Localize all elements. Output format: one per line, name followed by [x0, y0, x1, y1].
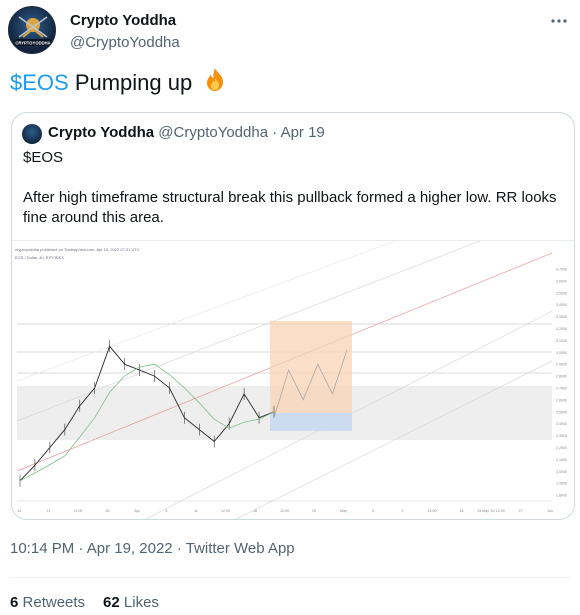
quoted-line-1: $EOS	[23, 149, 64, 166]
y-tick-label: 2.7000	[556, 386, 567, 390]
author-avatar[interactable]: CRYPTOYODDHA	[8, 6, 56, 54]
x-tick-label: 19 May '22 12:00	[477, 509, 504, 513]
retweets-label: Retweets	[22, 594, 86, 611]
quoted-line-2: After high timeframe structural break th…	[23, 189, 557, 226]
posted-time[interactable]: 10:14 PM	[10, 540, 74, 557]
y-tick-label: 2.0000	[556, 470, 567, 474]
divider	[10, 577, 570, 578]
y-tick-label: 2.2000	[556, 446, 567, 450]
target-zone	[270, 321, 352, 413]
quoted-tweet-header: Crypto Yoddha @CryptoYoddha · Apr 19	[48, 124, 325, 141]
y-tick-label: 3.7000	[556, 267, 567, 271]
y-tick-label: 1.9000	[556, 482, 567, 486]
x-tick-label: 12:00	[428, 509, 437, 513]
chart-header-line2: EOS / Dollar, 4h, BITFINEX	[15, 255, 64, 260]
quoted-author-avatar	[22, 124, 42, 144]
retweets-count: 6	[10, 594, 19, 611]
quoted-author-handle: @CryptoYoddha	[158, 124, 269, 141]
y-tick-label: 3.2000	[556, 327, 567, 331]
y-tick-label: 1.8000	[556, 494, 567, 498]
y-tick-label: 2.5000	[556, 410, 567, 414]
stop-zone	[270, 413, 352, 431]
price-chart: cryptoyoddha published on TradingView.co…	[15, 241, 574, 519]
avatar-text: CRYPTOYODDHA	[15, 41, 50, 46]
x-tick-label: 14	[17, 509, 21, 513]
cashtag-link[interactable]: $EOS	[10, 70, 69, 95]
x-tick-label: 28	[106, 509, 110, 513]
y-tick-label: 2.6000	[556, 398, 567, 402]
likes-label: Likes	[123, 594, 159, 611]
y-tick-label: 3.1000	[556, 339, 567, 343]
x-tick-label: 21	[47, 509, 51, 513]
y-tick-label: 3.0000	[556, 351, 567, 355]
x-tick-label: 11	[194, 509, 198, 513]
likes-stat[interactable]: 62 Likes	[103, 594, 159, 611]
x-tick-label: 3	[372, 509, 374, 513]
posted-date[interactable]: Apr 19, 2022	[87, 540, 173, 557]
author-display-name[interactable]: Crypto Yoddha	[70, 12, 176, 29]
retweets-stat[interactable]: 6 Retweets	[10, 594, 85, 611]
y-tick-label: 2.8000	[556, 375, 567, 379]
x-tick-label: 12:00	[74, 509, 83, 513]
author-handle[interactable]: @CryptoYoddha	[70, 34, 180, 51]
tweet-text: $EOS Pumping up	[10, 67, 228, 101]
y-tick-label: 3.5000	[556, 291, 567, 295]
y-tick-label: 2.1000	[556, 458, 567, 462]
more-horizontal-icon[interactable]	[548, 10, 570, 32]
posted-sep-1: ·	[74, 540, 87, 557]
x-tick-label: 9	[402, 509, 404, 513]
tweet-text-rest: Pumping up	[68, 69, 193, 95]
x-tick-label: 25	[312, 509, 316, 513]
y-tick-label: 3.6000	[556, 279, 567, 283]
posted-client[interactable]: Twitter Web App	[186, 540, 295, 557]
quoted-author-name: Crypto Yoddha	[48, 124, 155, 141]
x-tick-label: 16	[460, 509, 464, 513]
x-tick-label: 27	[519, 509, 523, 513]
x-tick-label: 5	[166, 509, 168, 513]
engagement-stats: 6 Retweets 62 Likes	[10, 594, 159, 611]
likes-count: 62	[103, 594, 120, 611]
y-tick-label: 2.4000	[556, 422, 567, 426]
avatar-logo: CRYPTOYODDHA	[15, 16, 51, 46]
quoted-tweet[interactable]: Crypto Yoddha @CryptoYoddha · Apr 19 $EO…	[11, 112, 575, 520]
x-tick-label: 12:00	[280, 509, 289, 513]
x-tick-label: May	[340, 509, 347, 513]
y-tick-label: 2.9000	[556, 363, 567, 367]
y-tick-label: 3.3000	[556, 315, 567, 319]
y-tick-label: 2.3000	[556, 434, 567, 438]
posted-sep-2: ·	[172, 540, 186, 557]
x-tick-label: Apr	[134, 509, 140, 513]
fire-icon	[202, 67, 228, 101]
tweet-header: CRYPTOYODDHA Crypto Yoddha @CryptoYoddha	[8, 6, 572, 56]
posted-meta: 10:14 PM · Apr 19, 2022 · Twitter Web Ap…	[10, 540, 295, 557]
chart-image[interactable]: cryptoyoddha published on TradingView.co…	[12, 240, 574, 519]
x-tick-label: 18	[253, 509, 257, 513]
separator-dot: ·	[272, 124, 278, 141]
quoted-tweet-date: Apr 19	[280, 124, 325, 141]
x-tick-label: Jun	[547, 509, 553, 513]
chart-header-line1: cryptoyoddha published on TradingView.co…	[15, 247, 140, 252]
y-tick-label: 3.4000	[556, 303, 567, 307]
quoted-tweet-body: $EOS After high timeframe structural bre…	[23, 148, 563, 248]
x-tick-label: 12:00	[221, 509, 230, 513]
